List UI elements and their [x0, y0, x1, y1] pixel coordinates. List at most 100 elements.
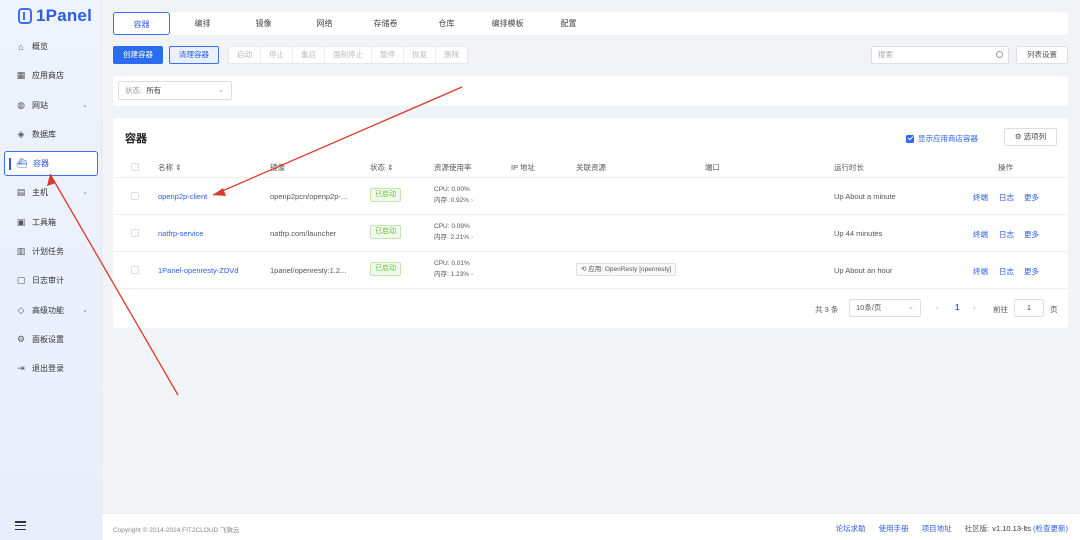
container-name-link[interactable]: openp2p-client: [158, 192, 207, 201]
create-container-button[interactable]: 创建容器: [113, 46, 163, 64]
tab-images[interactable]: 镜像: [235, 12, 292, 35]
page-size-select[interactable]: 10条/页 ⌄: [849, 299, 921, 317]
chevron-down-icon: ⌄: [82, 189, 88, 197]
sidebar-item-label: 应用商店: [32, 71, 64, 81]
status-badge: 已启动: [370, 225, 401, 239]
status-filter-value: 所有: [146, 86, 162, 95]
pause-button[interactable]: 暂停: [372, 47, 404, 63]
tab-compose[interactable]: 编排: [174, 12, 231, 35]
resume-button[interactable]: 恢复: [404, 47, 436, 63]
toolbox-icon: ▣: [16, 216, 26, 227]
terminal-button[interactable]: 终端: [973, 192, 988, 203]
gear-icon: ⚙: [1014, 132, 1024, 141]
search-input[interactable]: 搜索: [871, 46, 1009, 64]
sidebar-item-label: 工具箱: [32, 217, 56, 227]
next-page-icon[interactable]: ›: [973, 303, 976, 312]
tab-networks[interactable]: 网络: [296, 12, 353, 35]
row-checkbox[interactable]: [131, 229, 139, 237]
sidebar-item-label: 退出登录: [32, 364, 64, 374]
status-filter-label: 状态:: [125, 86, 143, 95]
terminal-button[interactable]: 终端: [973, 266, 988, 277]
associated-resource-tag[interactable]: ⟲ 应用: OpenResty [openresty]: [576, 263, 677, 276]
sidebar-item-host[interactable]: ▤ 主机 ⌄: [4, 180, 98, 205]
page-unit-label: 页: [1050, 305, 1058, 314]
goto-page-input[interactable]: 1: [1014, 299, 1044, 317]
sidebar: 1Panel ⌂ 概览 ▦ 应用商店 ◍ 网站 ⌄ ◈ 数据库 ⛴ 容器 ▤ 主机 ⌄ ▣ 工具箱…: [0, 0, 102, 540]
header-ip: IP 地址: [511, 163, 536, 172]
header-name[interactable]: 名称 ⇕: [158, 162, 181, 173]
row-checkbox[interactable]: [131, 192, 139, 200]
more-button[interactable]: 更多: [1024, 192, 1039, 203]
sidebar-item-audit-log[interactable]: ▢ 日志审计: [4, 268, 98, 293]
containers-card: 容器 显示应用商店容器 ⚙ 选项列 名称 ⇕ 镜像 状态 ⇕ 资源使用率 IP …: [113, 118, 1068, 328]
tab-compose-templates[interactable]: 编排模板: [479, 12, 536, 35]
row-checkbox[interactable]: [131, 266, 139, 274]
force-stop-button[interactable]: 强制停止: [325, 47, 372, 63]
mem-usage: 内存: 0.92%: [434, 197, 470, 204]
sidebar-item-advanced[interactable]: ◇ 高级功能 ⌄: [4, 298, 98, 323]
current-page[interactable]: 1: [955, 303, 959, 312]
sidebar-item-cron[interactable]: ▥ 计划任务: [4, 239, 98, 264]
resource-usage[interactable]: CPU: 0.01% 内存: 1.23% ›: [434, 258, 473, 281]
container-name-link[interactable]: 1Panel-openresty-ZDVd: [158, 266, 238, 275]
columns-button[interactable]: ⚙ 选项列: [1004, 128, 1057, 146]
globe-icon: ◍: [17, 99, 25, 110]
tab-registries[interactable]: 仓库: [418, 12, 475, 35]
footer: Copyright © 2014-2024 FIT2CLOUD 飞致云 论坛求助…: [102, 513, 1080, 540]
sidebar-item-containers[interactable]: ⛴ 容器: [4, 151, 98, 177]
sidebar-item-toolbox[interactable]: ▣ 工具箱: [4, 210, 98, 235]
sidebar-item-database[interactable]: ◈ 数据库: [4, 122, 98, 147]
clean-containers-button[interactable]: 清理容器: [169, 46, 219, 64]
sidebar-item-label: 主机: [32, 188, 48, 198]
pagination: 共 3 条 10条/页 ⌄ ‹ 1 › 前往 1 页: [113, 298, 1068, 318]
start-button[interactable]: 启动: [229, 47, 261, 63]
manual-link[interactable]: 使用手册: [879, 523, 909, 534]
sidebar-item-app-store[interactable]: ▦ 应用商店: [4, 63, 98, 88]
header-status[interactable]: 状态 ⇕: [370, 162, 393, 173]
mem-usage: 内存: 1.23%: [434, 271, 470, 278]
resource-usage[interactable]: CPU: 0.00% 内存: 0.92% ›: [434, 184, 473, 207]
check-update-link[interactable]: (检查更新): [1033, 523, 1068, 534]
show-app-containers-checkbox[interactable]: 显示应用商店容器: [906, 133, 978, 144]
sidebar-item-logout[interactable]: ⇥ 退出登录: [4, 356, 98, 381]
header-name-label: 名称: [158, 163, 173, 172]
log-button[interactable]: 日志: [999, 229, 1014, 240]
project-link[interactable]: 项目地址: [922, 523, 952, 534]
prev-page-icon[interactable]: ‹: [936, 303, 939, 312]
list-settings-button[interactable]: 列表设置: [1016, 46, 1068, 64]
restart-button[interactable]: 重启: [293, 47, 325, 63]
menu-toggle-icon[interactable]: [15, 521, 26, 531]
status-filter-select[interactable]: 状态: 所有 ⌄: [118, 81, 232, 100]
container-tabs: 容器 编排 镜像 网络 存储卷 仓库 编排模板 配置: [113, 12, 1068, 35]
more-button[interactable]: 更多: [1024, 266, 1039, 277]
sidebar-item-settings[interactable]: ⚙ 面板设置: [4, 327, 98, 352]
forum-link[interactable]: 论坛求助: [836, 523, 866, 534]
container-image: natfrp.com/launcher: [270, 229, 337, 238]
terminal-button[interactable]: 终端: [973, 229, 988, 240]
status-badge: 已启动: [370, 188, 401, 202]
container-uptime: Up About an hour: [834, 266, 893, 275]
tab-containers[interactable]: 容器: [113, 12, 170, 35]
stop-button[interactable]: 停止: [261, 47, 293, 63]
tab-volumes[interactable]: 存储卷: [357, 12, 414, 35]
sidebar-item-overview[interactable]: ⌂ 概览: [4, 34, 98, 59]
app-logo[interactable]: 1Panel: [18, 6, 92, 26]
header-port: 端口: [705, 163, 720, 172]
sidebar-item-website[interactable]: ◍ 网站 ⌄: [4, 93, 98, 118]
more-button[interactable]: 更多: [1024, 229, 1039, 240]
select-all-checkbox[interactable]: [131, 163, 139, 171]
show-app-containers-label: 显示应用商店容器: [918, 134, 978, 143]
log-button[interactable]: 日志: [999, 266, 1014, 277]
chevron-right-icon: ›: [471, 198, 474, 204]
footer-links: 论坛求助 使用手册 项目地址 社区版: v1.10.13-lts (检查更新): [823, 523, 1068, 534]
logout-icon: ⇥: [17, 363, 25, 374]
container-name-link[interactable]: natfrp-service: [158, 229, 203, 238]
log-button[interactable]: 日志: [999, 192, 1014, 203]
toolbar: 创建容器 清理容器 启动 停止 重启 强制停止 暂停 恢复 删除 搜索 列表设置: [113, 46, 1068, 66]
resource-usage[interactable]: CPU: 0.09% 内存: 2.21% ›: [434, 221, 473, 244]
delete-button[interactable]: 删除: [436, 47, 467, 63]
table-header: 名称 ⇕ 镜像 状态 ⇕ 资源使用率 IP 地址 关联资源 端口 运行时长 操作: [113, 156, 1068, 178]
sidebar-nav: ⌂ 概览 ▦ 应用商店 ◍ 网站 ⌄ ◈ 数据库 ⛴ 容器 ▤ 主机 ⌄ ▣ 工具箱 ▥ 计划任务 …: [4, 34, 98, 386]
tab-config[interactable]: 配置: [540, 12, 597, 35]
chevron-right-icon: ›: [471, 272, 474, 278]
